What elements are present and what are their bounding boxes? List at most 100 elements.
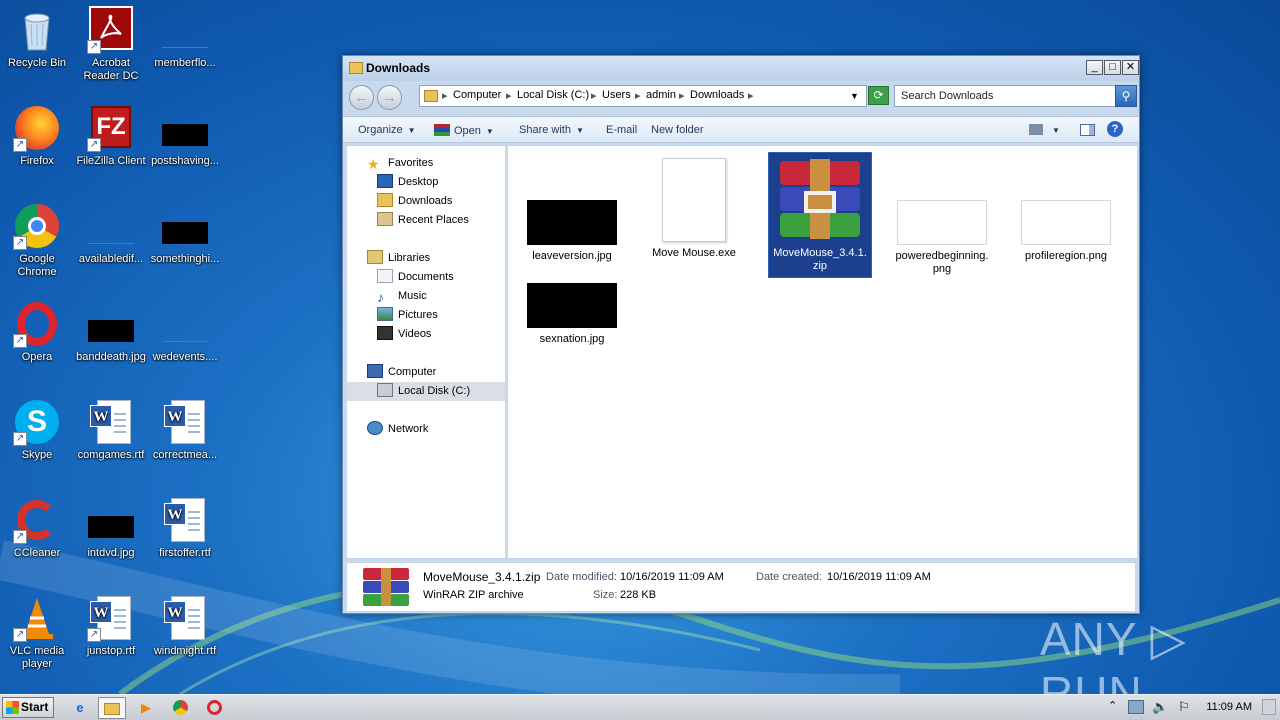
start-button[interactable]: Start [2, 697, 54, 718]
nav-desktop[interactable]: Desktop [377, 173, 438, 192]
change-view-icon[interactable]: ▼ [1029, 124, 1060, 136]
opera-taskbar-icon[interactable] [200, 697, 228, 719]
desktop-icon-correctmea[interactable]: W correctmea... [148, 398, 222, 462]
window-titlebar[interactable]: Downloads _ □ ✕ [343, 56, 1139, 81]
open-button[interactable]: Open ▼ [434, 124, 494, 137]
desktop-icon-acrobat[interactable]: ↗ Acrobat Reader DC [74, 6, 148, 83]
desktop-icon-label: Acrobat Reader DC [83, 57, 139, 82]
desktop-icon-firefox[interactable]: ↗ Firefox [0, 104, 74, 168]
nav-downloads[interactable]: Downloads [377, 192, 452, 211]
file-item-move-mouse-exe[interactable]: Move Mouse.exe [642, 158, 746, 260]
action-center-flag-icon[interactable]: ⚐ [1178, 699, 1190, 715]
file-item-poweredbeginning[interactable]: poweredbeginning. png [890, 200, 994, 276]
image-thumbnail-icon [897, 200, 987, 245]
breadcrumb-local-disk[interactable]: Local Disk (C:) [517, 89, 589, 101]
breadcrumb[interactable]: ▸ Computer ▸ Local Disk (C:) ▸ Users ▸ a… [419, 85, 867, 107]
clock[interactable]: 11:09 AM [1206, 701, 1252, 713]
desktop-icon-label: comgames.rtf [77, 449, 145, 461]
desktop-icon-label: postshaving... [151, 155, 219, 167]
breadcrumb-computer[interactable]: Computer [453, 89, 501, 101]
nav-favorites[interactable]: ★ Favorites [367, 154, 433, 173]
desktop-icon-windmight[interactable]: W windmight.rtf [148, 594, 222, 658]
file-item-leaveversion[interactable]: leaveversion.jpg [520, 200, 624, 263]
nav-local-disk[interactable]: Local Disk (C:) [347, 382, 505, 401]
nav-libraries[interactable]: Libraries [367, 249, 430, 268]
search-icon[interactable]: ⚲ [1115, 85, 1137, 107]
close-button[interactable]: ✕ [1122, 60, 1139, 75]
nav-label: Computer [388, 366, 437, 378]
nav-computer[interactable]: Computer [367, 363, 436, 382]
show-desktop-button[interactable] [1262, 699, 1276, 715]
nav-pictures[interactable]: Pictures [377, 306, 438, 325]
desktop-icon-junstop[interactable]: W ↗ junstop.rtf [74, 594, 148, 658]
desktop-icon-postshaving[interactable]: postshaving... [148, 104, 222, 168]
filezilla-icon: FZ ↗ [87, 104, 135, 152]
word-document-icon: W ↗ [87, 594, 135, 642]
organize-button[interactable]: Organize ▼ [358, 124, 416, 136]
image-thumbnail-icon [527, 283, 617, 328]
nav-label: Recent Places [398, 214, 469, 226]
tray-expand-icon[interactable]: ⌃ [1108, 699, 1117, 712]
preview-pane-icon[interactable] [1080, 124, 1099, 137]
nav-music[interactable]: ♪ Music [377, 287, 427, 306]
file-item-movemouse-zip[interactable]: MoveMouse_3.4.1. zip [768, 152, 872, 278]
desktop-icon-recycle-bin[interactable]: Recycle Bin [0, 6, 74, 70]
volume-icon[interactable]: 🔈 [1152, 699, 1168, 715]
desktop-icon-memberflo[interactable]: memberflo... [148, 6, 222, 70]
desktop-icon-banddeath[interactable]: banddeath.jpg [74, 300, 148, 364]
maximize-button[interactable]: □ [1104, 60, 1121, 75]
file-item-sexnation[interactable]: sexnation.jpg [520, 283, 624, 346]
network-tray-icon[interactable] [1128, 700, 1144, 714]
firefox-icon: ↗ [13, 104, 61, 152]
desktop-icon-label: correctmea... [152, 449, 218, 461]
start-label: Start [21, 700, 49, 714]
new-folder-button[interactable]: New folder [651, 124, 704, 136]
refresh-button[interactable]: ⟳ [868, 86, 889, 105]
file-name-line-2: zip [812, 260, 828, 272]
share-with-button[interactable]: Share with ▼ [519, 124, 584, 136]
folder-icon [424, 90, 438, 102]
email-button[interactable]: E-mail [606, 124, 637, 136]
nav-documents[interactable]: Documents [377, 268, 454, 287]
desktop-icon-filezilla[interactable]: FZ ↗ FileZilla Client [74, 104, 148, 168]
address-history-dropdown[interactable]: ▼ [850, 91, 859, 101]
breadcrumb-admin[interactable]: admin [646, 89, 676, 101]
forward-button[interactable]: → [377, 85, 402, 110]
nav-recent-places[interactable]: Recent Places [377, 211, 469, 230]
shortcut-arrow-icon: ↗ [87, 628, 101, 642]
help-icon[interactable]: ? [1107, 121, 1123, 137]
chrome-taskbar-icon[interactable] [166, 697, 194, 719]
nav-videos[interactable]: Videos [377, 325, 431, 344]
breadcrumb-downloads[interactable]: Downloads [690, 89, 744, 101]
back-button[interactable]: ← [349, 85, 374, 110]
media-player-icon[interactable]: ▶ [132, 697, 160, 719]
shortcut-arrow-icon: ↗ [13, 334, 27, 348]
internet-explorer-icon[interactable]: e [66, 697, 94, 719]
desktop-icon-wedevents[interactable]: wedevents.... [148, 300, 222, 364]
details-created-label: Date created: [756, 571, 823, 583]
desktop-icon-skype[interactable]: S ↗ Skype [0, 398, 74, 462]
desktop-icon-firstoffer[interactable]: W firstoffer.rtf [148, 496, 222, 560]
documents-icon [377, 269, 393, 283]
desktop-icon-somethinghi[interactable]: somethinghi... [148, 202, 222, 266]
computer-icon [367, 364, 383, 378]
desktop-icon-ccleaner[interactable]: ↗ CCleaner [0, 496, 74, 560]
nav-network[interactable]: Network [367, 420, 428, 439]
desktop-icon-vlc[interactable]: ↗ VLC media player [0, 594, 74, 671]
breadcrumb-users[interactable]: Users [602, 89, 631, 101]
file-item-profileregion[interactable]: profileregion.png [1014, 200, 1118, 263]
search-input[interactable]: Search Downloads ⚲ [894, 85, 1137, 107]
desktop-icon-intdvd[interactable]: intdvd.jpg [74, 496, 148, 560]
acrobat-icon: ↗ [87, 6, 135, 54]
desktop-icon-label: Firefox [20, 155, 54, 167]
file-name: sexnation.jpg [539, 333, 605, 345]
explorer-taskbar-button[interactable] [98, 697, 126, 719]
desktop-icon-label: somethinghi... [150, 253, 220, 265]
downloads-folder-icon [377, 193, 393, 207]
desktop-icon-chrome[interactable]: ↗ Google Chrome [0, 202, 74, 279]
navigation-pane: ★ Favorites Desktop Downloads Recent Plac… [347, 146, 505, 558]
desktop-icon-opera[interactable]: ↗ Opera [0, 300, 74, 364]
desktop-icon-comgames[interactable]: W comgames.rtf [74, 398, 148, 462]
minimize-button[interactable]: _ [1086, 60, 1103, 75]
desktop-icon-availabledif[interactable]: availabledif... [74, 202, 148, 266]
